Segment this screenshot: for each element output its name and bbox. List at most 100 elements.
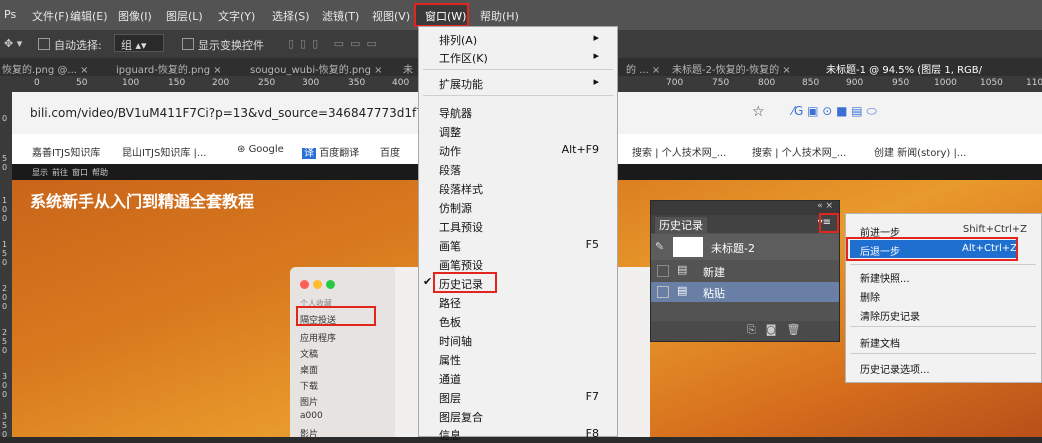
menu-tool-presets[interactable]: 工具预设 — [439, 219, 483, 235]
menu-window[interactable]: 窗口(W) — [425, 8, 466, 24]
step-checkbox[interactable] — [657, 286, 669, 298]
history-panel: « × 历史记录 ▾≡ ✎ 未标题-2 ▤ 新建 ▤ 粘贴 ⎘◙🗑 — [650, 200, 840, 342]
menu-image[interactable]: 图像(I) — [118, 8, 152, 24]
doc-tab-active[interactable]: 未标题-1 @ 94.5% (图层 1, RGB/ — [826, 61, 982, 76]
finder-item: a000 — [300, 411, 323, 421]
menu-select[interactable]: 选择(S) — [272, 8, 310, 24]
bookmark-item[interactable]: 嘉善ITJS知识库 — [32, 144, 100, 159]
bookmark-label: Google — [248, 144, 284, 155]
menu-layer-comps[interactable]: 图层复合 — [439, 409, 483, 425]
menu-edit[interactable]: 编辑(E) — [70, 8, 108, 24]
bookmark-google[interactable]: ⊛ Google — [237, 144, 284, 155]
menu-layer[interactable]: 图层(L) — [166, 8, 203, 24]
menu-workspace[interactable]: 工作区(K) — [439, 50, 488, 66]
finder-item: 下载 — [300, 382, 319, 392]
google-icon: ⊛ — [237, 144, 249, 155]
panel-titlebar[interactable]: « × — [651, 201, 839, 215]
menu-info[interactable]: 信息 — [439, 427, 461, 443]
bookmark-item[interactable]: 创建 新闻(story) |... — [874, 144, 966, 159]
document-icon: ▤ — [677, 284, 688, 297]
menu-help[interactable]: 帮助(H) — [480, 8, 519, 24]
history-options[interactable]: 历史记录选项... — [860, 361, 930, 376]
vruler-tick: 0 — [2, 430, 8, 439]
menu-paths[interactable]: 路径 — [439, 295, 461, 311]
ruler-tick: 400 — [392, 78, 410, 88]
doc-tab[interactable]: 的 ... × — [626, 61, 660, 76]
auto-select-checkbox[interactable] — [38, 38, 50, 50]
ps-logo-icon[interactable]: Ps — [4, 8, 16, 21]
video-menu-item: 窗口 — [72, 168, 88, 177]
extension-icons[interactable]: ⁄G ▣ ⊙ ■ ▤ ⬭ — [792, 104, 877, 119]
panel-tab-row: 历史记录 ▾≡ — [651, 215, 839, 233]
ruler-tick: 700 — [666, 78, 684, 88]
step-checkbox[interactable] — [657, 265, 669, 277]
window-menu-dropdown: 排列(A) ▸ 工作区(K) ▸ 扩展功能 ▸ 导航器 调整 动作 Alt+F9… — [418, 26, 618, 442]
vruler-tick: 5 — [2, 249, 8, 258]
menu-type[interactable]: 文字(Y) — [218, 8, 255, 24]
menu-channels[interactable]: 通道 — [439, 371, 461, 387]
menu-adjustments[interactable]: 调整 — [439, 124, 461, 140]
new-doc-snapshot-delete-icons[interactable]: ⎘◙🗑 — [747, 323, 810, 337]
new-snapshot[interactable]: 新建快照... — [860, 270, 910, 285]
star-icon[interactable]: ☆ — [752, 104, 765, 120]
doc-tab[interactable]: sougou_wubi-恢复的.png × — [250, 61, 383, 76]
menu-view[interactable]: 视图(V) — [372, 8, 410, 24]
brush-source-icon[interactable]: ✎ — [655, 240, 664, 253]
finder-item: 图片 — [300, 398, 319, 408]
menu-actions[interactable]: 动作 — [439, 143, 461, 159]
doc-tab[interactable]: 未标题-2-恢复的-恢复的 × — [672, 61, 791, 76]
ruler-tick: 850 — [802, 78, 820, 88]
doc-tab[interactable]: 恢复的.png @... × — [2, 61, 88, 76]
menu-navigator[interactable]: 导航器 — [439, 105, 472, 121]
show-transform-checkbox[interactable] — [182, 38, 194, 50]
doc-tab[interactable]: 未 — [403, 61, 413, 76]
vruler-tick: 0 — [2, 302, 8, 311]
move-tool-icon[interactable]: ✥ ▾ — [4, 37, 22, 50]
history-snapshot-row[interactable]: ✎ 未标题-2 — [651, 234, 839, 260]
bookmark-item[interactable]: 搜索 | 个人技术网_... — [632, 144, 726, 159]
history-tab[interactable]: 历史记录 — [655, 217, 707, 233]
menu-properties[interactable]: 属性 — [439, 352, 461, 368]
clear-history[interactable]: 清除历史记录 — [860, 308, 920, 323]
vertical-ruler: 0 5 0 1 0 0 1 5 0 2 0 0 2 5 0 3 0 0 3 5 … — [0, 92, 12, 439]
history-step-row-selected[interactable]: ▤ 粘贴 — [651, 282, 839, 302]
menu-filter[interactable]: 滤镜(T) — [322, 8, 359, 24]
new-document[interactable]: 新建文档 — [860, 335, 900, 350]
history-step-row[interactable]: ▤ 新建 — [651, 261, 839, 281]
doc-tab[interactable]: ipguard-恢复的.png × — [116, 61, 222, 76]
menu-extensions[interactable]: 扩展功能 — [439, 76, 483, 92]
video-menu-item: 前往 — [52, 168, 68, 177]
vruler-tick: 0 — [2, 258, 8, 267]
vruler-tick: 3 — [2, 372, 8, 381]
bookmark-item[interactable]: 昆山ITJS知识库 |... — [122, 144, 206, 159]
menu-arrange[interactable]: 排列(A) — [439, 32, 477, 48]
finder-item: 桌面 — [300, 366, 319, 376]
menu-paragraph-styles[interactable]: 段落样式 — [439, 181, 483, 197]
menu-brush-presets[interactable]: 画笔预设 — [439, 257, 483, 273]
auto-select-dropdown[interactable]: 组 ▴▾ — [114, 34, 164, 52]
ruler-tick: 250 — [258, 78, 276, 88]
bookmark-item[interactable]: 搜索 | 个人技术网_... — [752, 144, 846, 159]
menu-clone-source[interactable]: 仿制源 — [439, 200, 472, 216]
shortcut: Shift+Ctrl+Z — [962, 224, 1027, 235]
bookmark-label: 百度翻译 — [319, 148, 360, 159]
submenu-arrow-icon: ▸ — [593, 49, 599, 62]
menu-brush[interactable]: 画笔 — [439, 238, 461, 254]
vruler-tick: 0 — [2, 390, 8, 399]
align-icons[interactable]: ▯▯▯ ▭▭▭ — [288, 37, 383, 50]
url-text[interactable]: bili.com/video/BV1uM411F7Ci?p=13&vd_sour… — [30, 106, 439, 120]
menu-paragraph[interactable]: 段落 — [439, 162, 461, 178]
menu-swatches[interactable]: 色板 — [439, 314, 461, 330]
menu-layers[interactable]: 图层 — [439, 390, 461, 406]
menu-shortcut: Alt+F9 — [561, 143, 599, 156]
menu-timeline[interactable]: 时间轴 — [439, 333, 472, 349]
bookmark-item[interactable]: 百度 — [380, 144, 400, 159]
ruler-tick: 150 — [168, 78, 186, 88]
history-panel-flyout-menu: 前进一步 Shift+Ctrl+Z 后退一步 Alt+Ctrl+Z 新建快照..… — [845, 213, 1042, 383]
bookmark-item[interactable]: 译 百度翻译 — [302, 144, 359, 159]
menu-separator — [423, 95, 613, 96]
menu-file[interactable]: 文件(F) — [32, 8, 69, 24]
video-menu-item: 显示 — [32, 168, 48, 177]
collapse-close-icon[interactable]: « × — [817, 201, 833, 211]
delete[interactable]: 删除 — [860, 289, 880, 304]
